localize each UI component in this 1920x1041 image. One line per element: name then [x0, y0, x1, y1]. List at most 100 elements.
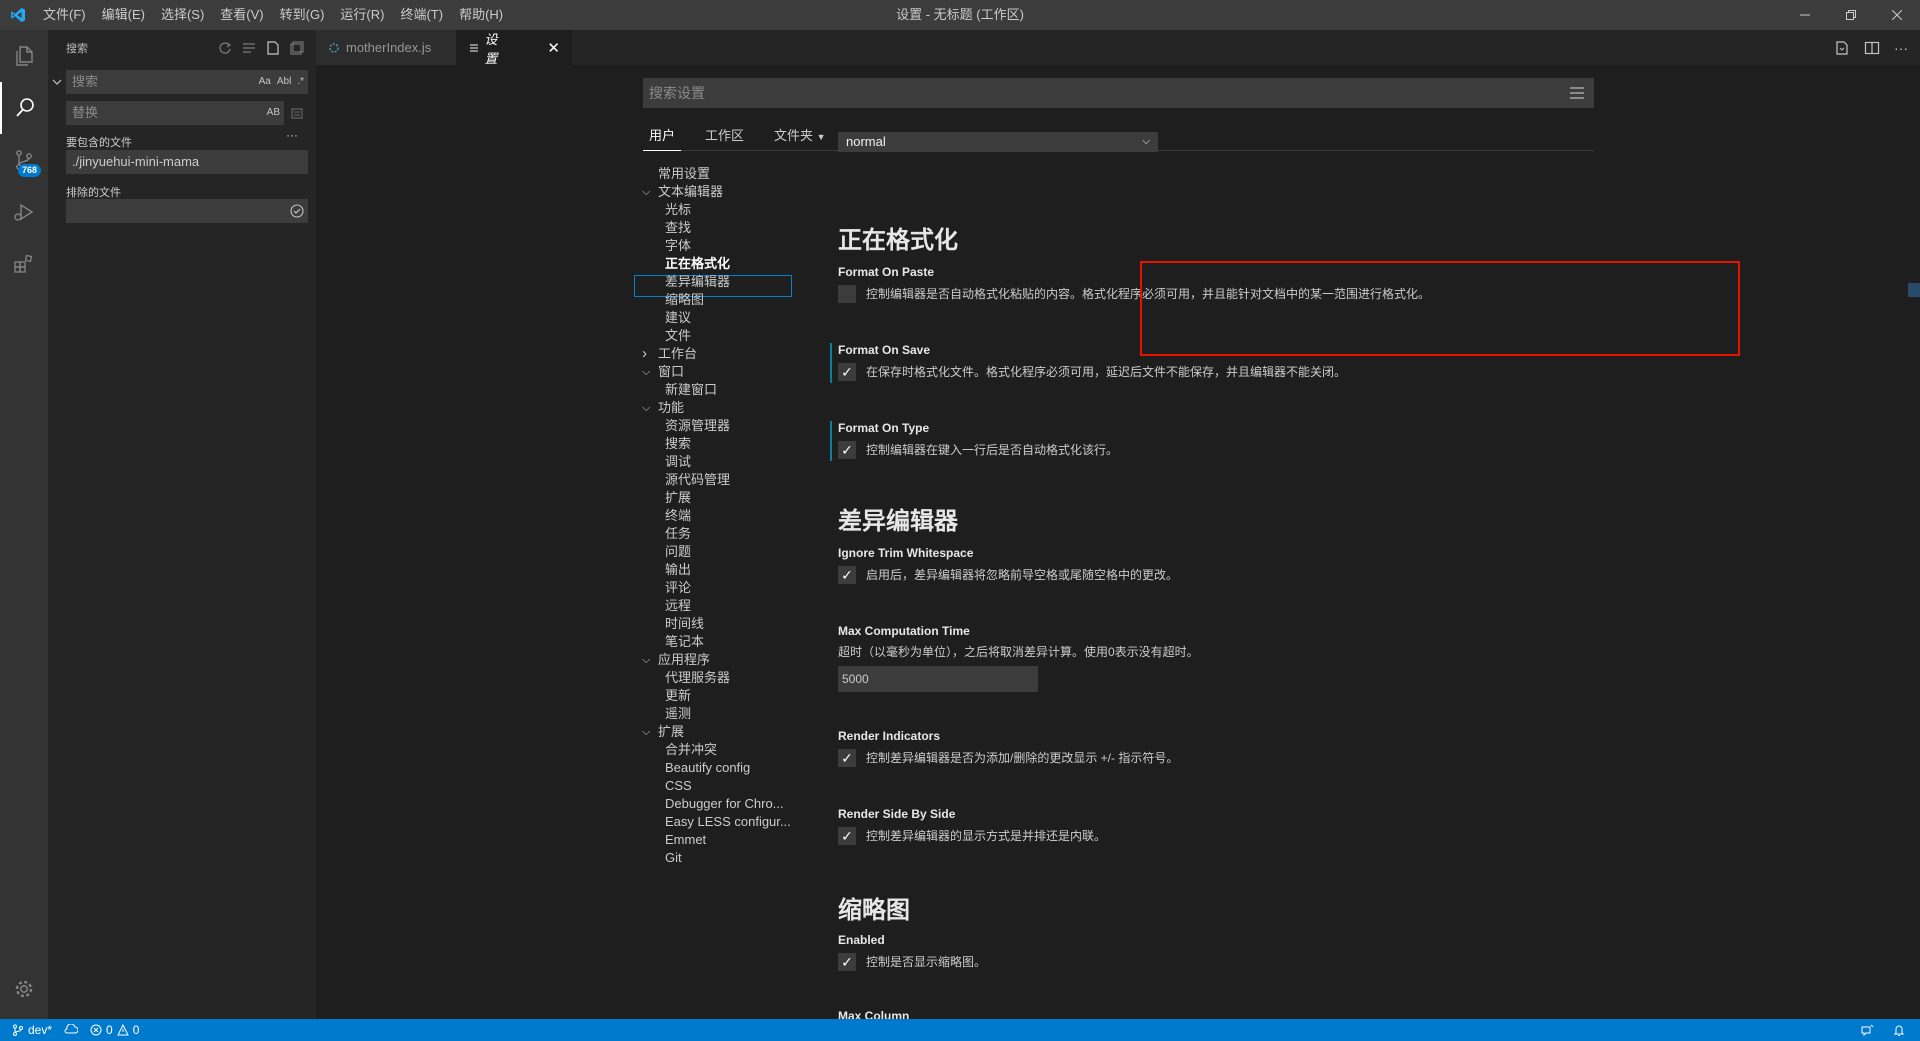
more-options-button[interactable]: ··· [286, 128, 298, 142]
regex-icon[interactable]: .* [297, 70, 304, 94]
checkbox-format-on-save[interactable]: ✓ [838, 363, 856, 381]
clear-results-icon[interactable] [242, 41, 256, 55]
settings-file-icon [470, 43, 478, 52]
setting-title-render-side-by-side: Render Side By Side [838, 807, 956, 821]
setting-title-max-column: Max Column [838, 1009, 910, 1019]
feedback-icon[interactable] [1860, 1023, 1874, 1037]
toc-item-label: 应用程序 [658, 652, 711, 667]
tab-motherindex[interactable]: motherIndex.js [316, 30, 456, 65]
modified-indicator [830, 343, 832, 383]
new-search-editor-icon[interactable] [266, 40, 280, 55]
match-case-icon[interactable]: Aa [259, 70, 271, 94]
toc-item-label: 新建窗口 [665, 382, 718, 397]
menu-view[interactable]: 查看(V) [212, 0, 271, 30]
setting-title-format-on-save: Format On Save [838, 343, 931, 357]
menu-run[interactable]: 运行(R) [332, 0, 392, 30]
status-bar: dev* 0 0 [0, 1019, 1920, 1041]
toc-item-label: 文件 [665, 328, 692, 343]
toc-item-label: CSS [665, 778, 692, 793]
include-files-input[interactable]: ./jinyuehui-mini-mama [66, 150, 308, 174]
toc-item-label: 源代码管理 [665, 472, 731, 487]
minimize-button[interactable] [1782, 0, 1828, 30]
toc-item-label: 扩展 [658, 724, 685, 739]
settings-editor: 搜索设置 用户 工作区 文件夹 ▼ 常用设置 ⌵ 文本编辑器 光标 查找 字体 正在格式化差… [316, 65, 1920, 1019]
explorer-button[interactable] [0, 30, 48, 82]
editor-actions: ··· [1834, 30, 1908, 65]
toc-item-label: Emmet [665, 832, 707, 847]
toc-item-label: 搜索 [665, 436, 692, 451]
replace-input[interactable]: 替换 AB [66, 101, 284, 125]
toc-item-label: 工作台 [658, 346, 698, 361]
setting-title-render-indicators: Render Indicators [838, 729, 941, 743]
toggle-replace-chevron-icon[interactable] [52, 77, 62, 87]
branch-status[interactable]: dev* [12, 1023, 52, 1037]
checkbox-minimap-enabled[interactable]: ✓ [838, 953, 856, 971]
menu-go[interactable]: 转到(G) [272, 0, 333, 30]
sync-status[interactable] [64, 1024, 79, 1036]
toc-item-label: 常用设置 [658, 166, 711, 181]
include-files-label: 要包含的文件 [66, 137, 132, 149]
chevron-down-icon: ⌵ [642, 366, 651, 378]
open-settings-json-icon[interactable] [1834, 40, 1850, 56]
problems-status[interactable]: 0 0 [90, 1023, 139, 1037]
sync-icon [64, 1024, 79, 1034]
tab-workspace[interactable]: 工作区 [699, 121, 750, 151]
tab-label: 设置 [484, 31, 498, 66]
setting-desc-render-indicators: 控制差异编辑器是否为添加/删除的更改显示 +/- 指示符号。 [866, 751, 1179, 765]
modified-indicator [830, 421, 832, 461]
menu-help[interactable]: 帮助(H) [451, 0, 511, 30]
extensions-button[interactable] [0, 238, 48, 290]
extensions-icon [14, 254, 33, 273]
split-editor-icon[interactable] [1864, 40, 1880, 56]
toc-item[interactable]: Git [665, 847, 682, 869]
replace-all-icon[interactable] [290, 106, 304, 120]
title-bar: 文件(F) 编辑(E) 选择(S) 查看(V) 转到(G) 运行(R) 终端(T… [0, 0, 1920, 30]
preserve-case-icon[interactable]: AB [267, 101, 280, 125]
menu-terminal[interactable]: 终端(T) [392, 0, 451, 30]
match-whole-word-icon[interactable]: Abl [277, 70, 291, 94]
toc-item-label: 输出 [665, 562, 692, 577]
window-controls [1782, 0, 1920, 30]
branch-name: dev* [28, 1023, 53, 1037]
scrollbar-thumb[interactable] [1908, 283, 1920, 297]
more-actions-icon[interactable]: ··· [1894, 40, 1908, 56]
setting-title-max-computation-time: Max Computation Time [838, 624, 970, 638]
warning-count: 0 [132, 1023, 140, 1037]
settings-list: 正在格式化 Format On Paste 控制编辑器是否自动格式化粘贴的内容。… [830, 65, 1618, 1019]
toc-item-label: 差异编辑器 [665, 274, 731, 289]
use-exclude-settings-icon[interactable] [290, 204, 304, 218]
chevron-down-icon: ⌵ [642, 726, 651, 738]
error-icon [90, 1024, 102, 1036]
search-input[interactable]: 搜索 Aa Abl .* [66, 70, 308, 94]
tab-user[interactable]: 用户 [643, 121, 682, 151]
exclude-files-input[interactable] [66, 199, 308, 223]
menu-edit[interactable]: 编辑(E) [94, 0, 153, 30]
toc-item-label: Git [665, 850, 682, 865]
scm-count-badge: 768 [17, 164, 41, 177]
vscode-window: 文件(F) 编辑(E) 选择(S) 查看(V) 转到(G) 运行(R) 终端(T… [0, 0, 1920, 1041]
checkbox-ignore-trim-whitespace[interactable]: ✓ [838, 566, 856, 584]
menu-selection[interactable]: 选择(S) [153, 0, 212, 30]
collapse-all-icon[interactable] [290, 40, 304, 55]
close-tab-icon[interactable]: ✕ [547, 39, 560, 57]
close-window-button[interactable] [1874, 0, 1920, 30]
tab-folder[interactable]: 文件夹 ▼ [768, 121, 832, 151]
tab-settings[interactable]: 设置 ✕ [456, 30, 572, 66]
toc-item-label: 笔记本 [665, 634, 705, 649]
run-debug-button[interactable] [0, 186, 48, 238]
checkbox-render-indicators[interactable]: ✓ [838, 749, 856, 767]
max-computation-time-input[interactable]: 5000 [838, 666, 1038, 692]
search-view-button[interactable] [0, 82, 48, 134]
source-control-button[interactable]: 768 [0, 134, 48, 186]
refresh-icon[interactable] [218, 41, 232, 55]
menu-file[interactable]: 文件(F) [35, 0, 94, 30]
manage-button[interactable] [0, 969, 48, 1009]
restore-button[interactable] [1828, 0, 1874, 30]
section-heading-diff-editor: 差异编辑器 [838, 508, 958, 535]
chevron-down-icon: ⌵ [642, 186, 651, 198]
checkbox-format-on-type[interactable]: ✓ [838, 441, 856, 459]
notifications-bell-icon[interactable] [1892, 1023, 1906, 1037]
toc-item-label: 评论 [665, 580, 692, 595]
checkbox-render-side-by-side[interactable]: ✓ [838, 827, 856, 845]
checkbox-format-on-paste[interactable] [838, 285, 856, 303]
